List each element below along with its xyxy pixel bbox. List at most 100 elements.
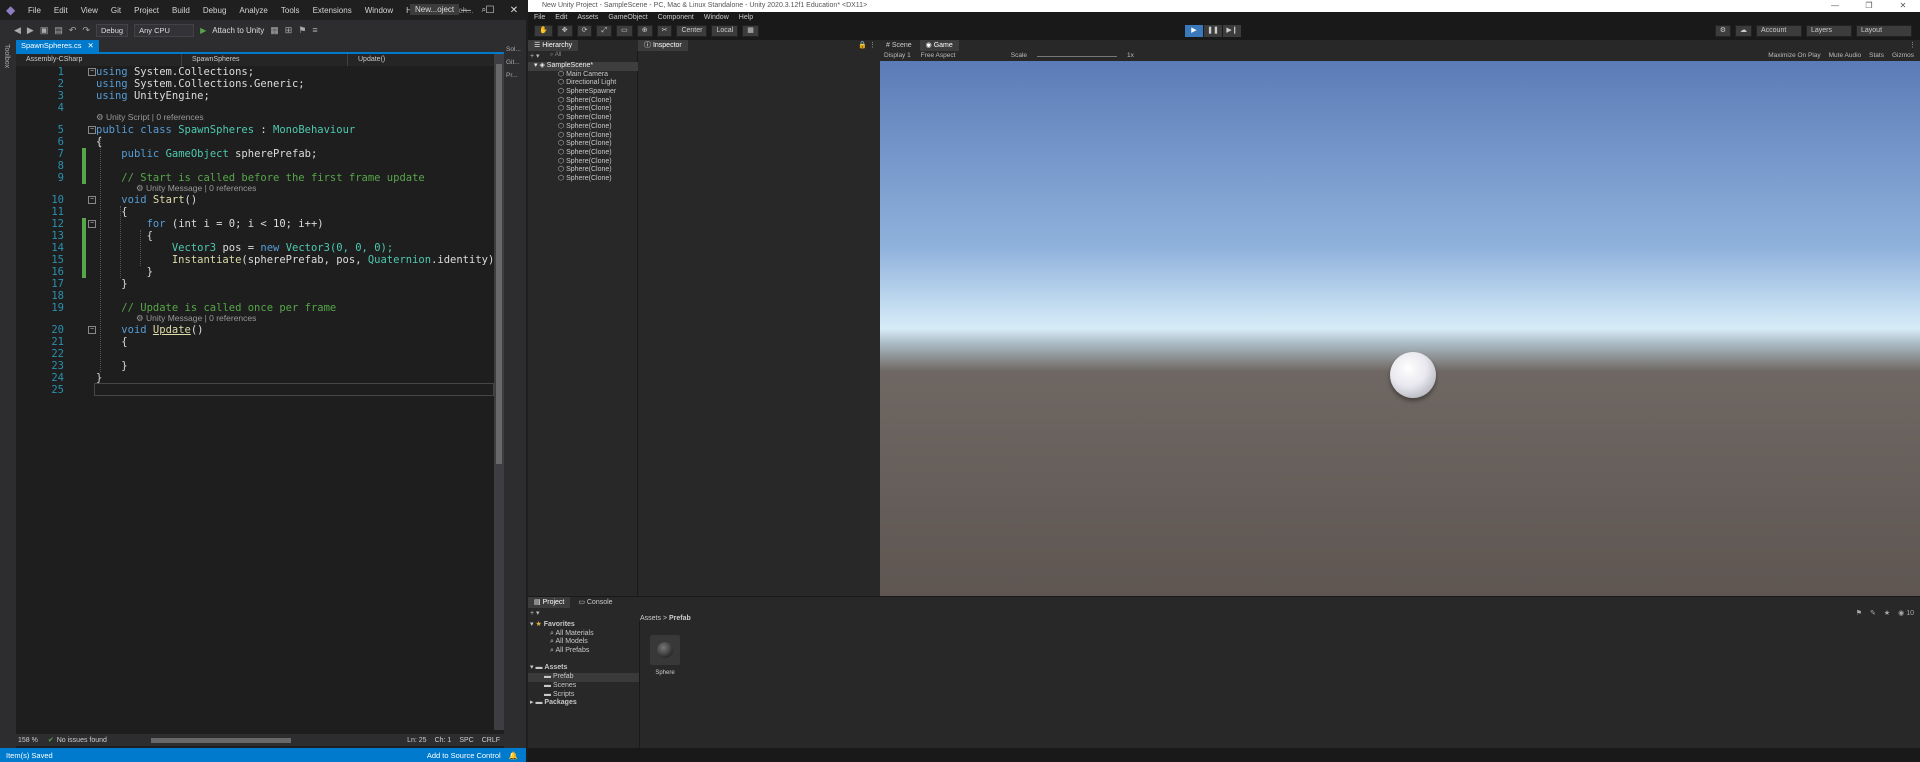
asset-sphere[interactable]: Sphere [650, 635, 680, 677]
layers-dropdown[interactable]: Layers [1806, 25, 1852, 37]
project-dropdown[interactable]: Assembly-CSharp [16, 54, 182, 66]
notification-icon[interactable]: 🔔 [509, 751, 518, 760]
folder-prefab[interactable]: ▬ Prefab [528, 673, 639, 682]
breadcrumb-assets[interactable]: Assets [640, 615, 661, 622]
pivot-center-button[interactable]: Center [676, 25, 708, 37]
tab-spawnspheres[interactable]: SpawnSpheres.cs ✕ [16, 40, 99, 52]
codelens-message[interactable]: ⚙ Unity Message | 0 references [136, 183, 256, 194]
menu-debug[interactable]: Debug [203, 6, 227, 15]
minimize-icon[interactable]: — [454, 5, 478, 16]
collab-icon[interactable]: ⚙ [1714, 25, 1731, 37]
hierarchy-search-input[interactable]: ⌕ All [550, 52, 561, 59]
hierarchy-item[interactable]: ⬡ Sphere(Clone) [528, 149, 638, 158]
hierarchy-item[interactable]: ⬡ Sphere(Clone) [528, 158, 638, 167]
toolbar-icon[interactable]: ▦ [270, 25, 279, 36]
hierarchy-item[interactable]: ⬡ Sphere(Clone) [528, 114, 638, 123]
undo-icon[interactable]: ↶ [69, 25, 77, 36]
folder-scripts[interactable]: ▬ Scripts [528, 691, 639, 700]
scale-tool-icon[interactable]: ⤢ [596, 25, 613, 37]
add-to-source-control-button[interactable]: Add to Source Control [427, 751, 501, 760]
hierarchy-item[interactable]: ⬡ Sphere(Clone) [528, 140, 638, 149]
favorites-row[interactable]: ▾ ★ Favorites [528, 621, 639, 630]
menu-edit[interactable]: Edit [555, 12, 567, 23]
platform-dropdown[interactable]: Any CPU [134, 23, 195, 37]
transform-tool-icon[interactable]: ⊕ [636, 25, 653, 37]
stats-toggle[interactable]: Stats [1869, 51, 1884, 61]
comment-icon[interactable]: ≡ [312, 25, 317, 35]
codelens-script[interactable]: ⚙ Unity Script | 0 references [96, 112, 204, 123]
hierarchy-item[interactable]: ⬡ Sphere(Clone) [528, 166, 638, 175]
aspect-dropdown[interactable]: Free Aspect [921, 51, 1001, 61]
create-button[interactable]: + ▾ [530, 52, 540, 60]
hierarchy-item[interactable]: ⬡ Sphere(Clone) [528, 175, 638, 184]
menu-tools[interactable]: Tools [281, 6, 300, 15]
forward-icon[interactable]: ▶ [27, 25, 34, 36]
move-tool-icon[interactable]: ✥ [556, 25, 573, 37]
play-icon[interactable]: ▶ [1185, 25, 1203, 37]
hand-tool-icon[interactable]: ✋ [534, 25, 553, 37]
hierarchy-item[interactable]: ⬡ Directional Light [528, 79, 638, 88]
tab-inspector[interactable]: ⓘ Inspector [638, 40, 688, 51]
maximize-icon[interactable]: ☐ [478, 5, 502, 16]
bookmark-icon[interactable]: ⚑ [298, 25, 306, 36]
close-icon[interactable]: ✕ [1886, 0, 1920, 12]
hierarchy-item[interactable]: ⬡ Sphere(Clone) [528, 132, 638, 141]
collapse-icon[interactable]: − [88, 220, 96, 228]
pause-icon[interactable]: ❚❚ [1204, 25, 1222, 37]
horizontal-scrollbar[interactable] [150, 737, 291, 743]
tab-scene[interactable]: # Scene [880, 40, 918, 51]
menu-component[interactable]: Component [658, 12, 694, 23]
menu-build[interactable]: Build [172, 6, 190, 15]
pivot-local-button[interactable]: Local [711, 25, 739, 37]
mute-audio-toggle[interactable]: Mute Audio [1829, 51, 1862, 61]
collapse-icon[interactable]: − [88, 126, 96, 134]
cloud-icon[interactable]: ☁ [1735, 25, 1752, 37]
menu-analyze[interactable]: Analyze [239, 6, 267, 15]
menu-file[interactable]: File [534, 12, 545, 23]
tab-game[interactable]: ◉ Game [919, 40, 959, 51]
menu-project[interactable]: Project [134, 6, 159, 15]
game-render-view[interactable] [880, 61, 1920, 596]
config-dropdown[interactable]: Debug [95, 23, 129, 37]
hierarchy-item[interactable]: ⬡ Sphere(Clone) [528, 123, 638, 132]
favorites-item[interactable]: ⌕ All Models [528, 638, 639, 647]
scroll-thumb[interactable] [496, 64, 502, 464]
rotate-tool-icon[interactable]: ⟳ [576, 25, 593, 37]
minimize-icon[interactable]: — [1818, 0, 1852, 12]
close-tab-icon[interactable]: ✕ [87, 41, 93, 51]
start-icon[interactable]: ▶ [200, 26, 206, 35]
hierarchy-item[interactable]: ⬡ Sphere(Clone) [528, 105, 638, 114]
codelens-message[interactable]: ⚙ Unity Message | 0 references [136, 313, 256, 324]
breadcrumb-prefab[interactable]: Prefab [669, 615, 691, 622]
menu-edit[interactable]: Edit [54, 6, 68, 15]
code-editor[interactable]: 1 2 3 4 5 6 7 8 9 10 11 12 13 14 15 16 1… [16, 66, 494, 730]
back-icon[interactable]: ◀ [14, 25, 21, 36]
rect-tool-icon[interactable]: ▭ [616, 25, 633, 37]
custom-tool-icon[interactable]: ✂ [656, 25, 673, 37]
tab-hierarchy[interactable]: ☰ Hierarchy [528, 40, 579, 51]
menu-git[interactable]: Git [111, 6, 121, 15]
gizmos-toggle[interactable]: Gizmos [1892, 51, 1914, 61]
menu-file[interactable]: File [28, 6, 41, 15]
hierarchy-scene-row[interactable]: ▾ ◈ SampleScene* [528, 62, 638, 71]
attach-to-unity-button[interactable]: Attach to Unity [212, 26, 264, 35]
tab-console[interactable]: ▭ Console [572, 597, 619, 608]
panel-menu-icon[interactable]: ⋮ [1909, 40, 1916, 51]
git-changes-tab[interactable]: Git... [506, 59, 524, 66]
menu-window[interactable]: Window [365, 6, 393, 15]
solution-explorer-tab[interactable]: Sol... [506, 46, 524, 53]
toolbox-tab[interactable]: Toolbox [3, 44, 10, 68]
favorites-item[interactable]: ⌕ All Materials [528, 630, 639, 639]
assets-row[interactable]: ▾ ▬ Assets [528, 664, 639, 673]
collapse-icon[interactable]: − [88, 68, 96, 76]
packages-row[interactable]: ▸ ▬ Packages [528, 699, 639, 708]
menu-window[interactable]: Window [704, 12, 729, 23]
zoom-level[interactable]: 158 % [18, 737, 38, 744]
step-icon[interactable]: ▶❙ [1223, 25, 1241, 37]
panel-menu-icon[interactable]: 🔒 ⋮ [858, 40, 876, 51]
maximize-on-play-toggle[interactable]: Maximize On Play [1768, 51, 1820, 61]
member-dropdown[interactable]: Update() [348, 54, 514, 66]
favorites-item[interactable]: ⌕ All Prefabs [528, 647, 639, 656]
hierarchy-item[interactable]: ⬡ SphereSpawner [528, 88, 638, 97]
menu-extensions[interactable]: Extensions [313, 6, 352, 15]
